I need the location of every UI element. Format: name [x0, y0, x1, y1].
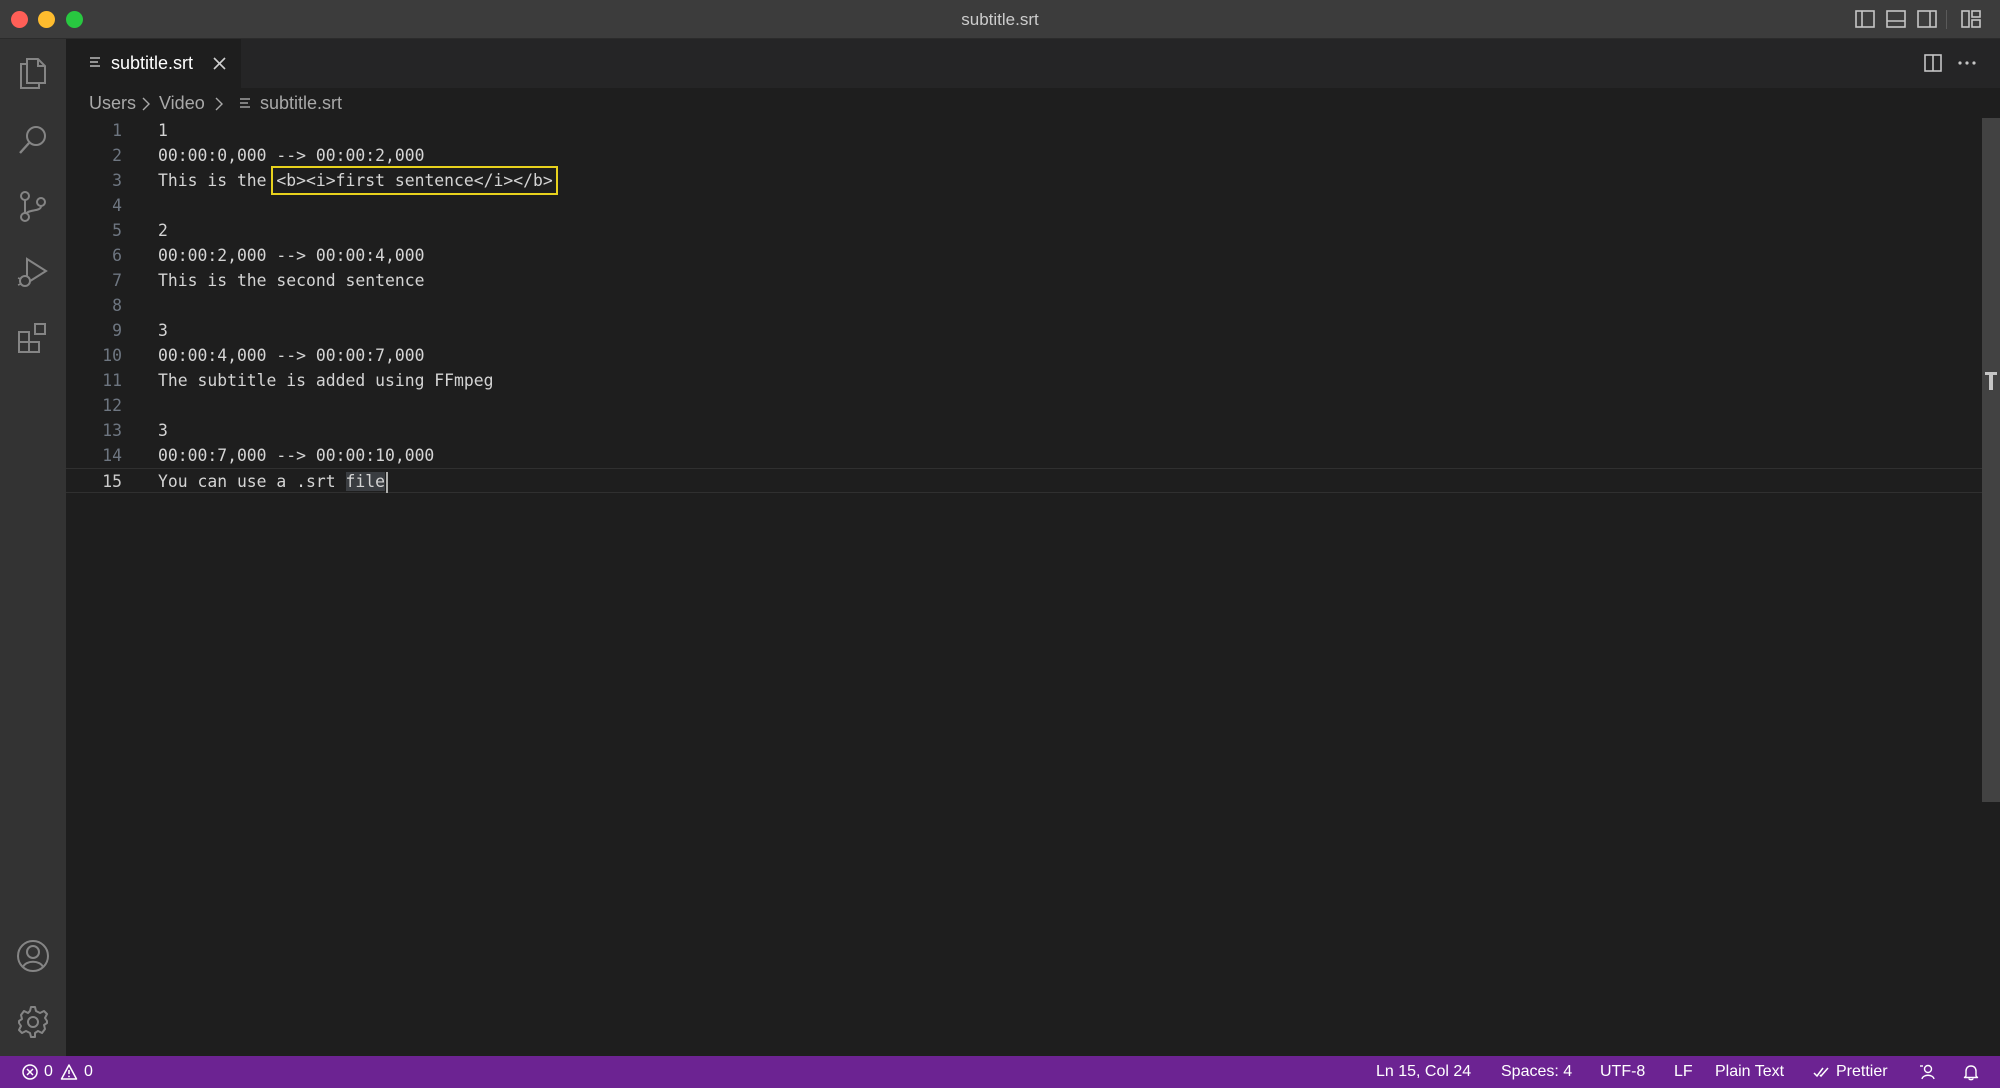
line-text-plain: You can use a .srt [158, 472, 346, 491]
double-check-icon [1813, 1067, 1829, 1078]
word-highlight: file [345, 472, 385, 491]
breadcrumb-item-video[interactable]: Video [159, 88, 205, 118]
code-line[interactable]: 5 2 [66, 218, 2000, 243]
line-text[interactable]: 1 [158, 118, 168, 143]
error-icon[interactable] [21, 1063, 39, 1081]
vertical-scrollbar[interactable] [1982, 118, 2000, 802]
cursor-position-marker [1985, 372, 1997, 390]
customize-layout-icon[interactable] [1960, 9, 1982, 29]
chevron-right-icon [215, 97, 223, 111]
search-icon[interactable] [14, 121, 52, 159]
warning-count[interactable]: 0 [84, 1056, 93, 1088]
tab-label: subtitle.srt [111, 53, 194, 73]
line-number: 3 [112, 171, 122, 190]
toggle-panel-icon[interactable] [1885, 9, 1907, 29]
tab-subtitle-srt[interactable]: subtitle.srt [66, 39, 241, 88]
window-title: subtitle.srt [961, 10, 1039, 29]
code-line[interactable]: 7 This is the second sentence [66, 268, 2000, 293]
line-text[interactable]: 3 [158, 418, 168, 443]
bell-icon[interactable] [1962, 1063, 1980, 1081]
gear-icon[interactable] [14, 1003, 52, 1041]
code-line[interactable]: 10 00:00:4,000 --> 00:00:7,000 [66, 343, 2000, 368]
chevron-right-icon [142, 97, 150, 111]
code-line[interactable]: 12 [66, 393, 2000, 418]
code-line[interactable]: 11 The subtitle is added using FFmpeg [66, 368, 2000, 393]
indentation[interactable]: Spaces: 4 [1501, 1056, 1572, 1088]
line-number: 2 [112, 146, 122, 165]
error-count[interactable]: 0 [44, 1056, 53, 1088]
tab-bar: subtitle.srt [66, 39, 2000, 88]
line-number: 14 [102, 446, 122, 465]
encoding[interactable]: UTF-8 [1600, 1056, 1645, 1088]
line-number: 1 [112, 121, 122, 140]
code-line[interactable]: 4 [66, 193, 2000, 218]
code-line[interactable]: 14 00:00:7,000 --> 00:00:10,000 [66, 443, 2000, 468]
text-cursor [385, 472, 388, 493]
toggle-secondary-sidebar-icon[interactable] [1916, 9, 1938, 29]
more-actions-icon[interactable] [1954, 51, 1980, 75]
split-editor-icon[interactable] [1922, 52, 1944, 74]
breadcrumb-item-users[interactable]: Users [89, 88, 136, 118]
source-control-icon[interactable] [14, 187, 52, 225]
line-text[interactable]: 00:00:4,000 --> 00:00:7,000 [158, 343, 424, 368]
line-text[interactable]: 00:00:0,000 --> 00:00:2,000 [158, 143, 424, 168]
code-line[interactable]: 6 00:00:2,000 --> 00:00:4,000 [66, 243, 2000, 268]
highlighted-markup: <b><i>first sentence</i></b> [271, 166, 558, 195]
line-text[interactable]: 00:00:7,000 --> 00:00:10,000 [158, 443, 434, 468]
line-text[interactable]: You can use a .srt file [158, 469, 388, 494]
plaintext-file-icon [90, 57, 100, 67]
line-text[interactable]: This is the <b><i>first sentence</i></b> [158, 166, 558, 195]
language-mode[interactable]: Plain Text [1715, 1056, 1784, 1088]
line-text[interactable]: 2 [158, 218, 168, 243]
line-text[interactable]: 00:00:2,000 --> 00:00:4,000 [158, 243, 424, 268]
code-line[interactable]: 2 00:00:0,000 --> 00:00:2,000 [66, 143, 2000, 168]
code-line[interactable]: 9 3 [66, 318, 2000, 343]
line-text[interactable]: The subtitle is added using FFmpeg [158, 368, 494, 393]
breadcrumb-item-file[interactable]: subtitle.srt [260, 88, 342, 118]
warning-icon[interactable] [60, 1063, 78, 1081]
vscode-window: subtitle.srt subtitle.srt Users Video su… [0, 0, 2000, 1088]
extensions-icon[interactable] [14, 319, 52, 357]
line-number: 11 [102, 371, 122, 390]
plaintext-file-icon [240, 98, 250, 108]
cursor-position[interactable]: Ln 15, Col 24 [1376, 1056, 1471, 1088]
line-number: 7 [112, 271, 122, 290]
line-text[interactable]: This is the second sentence [158, 268, 424, 293]
line-number: 6 [112, 246, 122, 265]
titlebar-divider [1946, 10, 1947, 29]
title-bar: subtitle.srt [0, 0, 2000, 39]
line-number: 12 [102, 396, 122, 415]
end-of-line[interactable]: LF [1674, 1056, 1693, 1088]
code-line[interactable]: 1 1 [66, 118, 2000, 143]
code-line[interactable]: 3 This is the <b><i>first sentence</i></… [66, 166, 2000, 195]
line-number: 10 [102, 346, 122, 365]
line-number: 9 [112, 321, 122, 340]
breadcrumb: Users Video subtitle.srt [66, 88, 2000, 118]
line-number: 8 [112, 296, 122, 315]
code-line[interactable]: 13 3 [66, 418, 2000, 443]
line-text-plain: This is the [158, 171, 277, 190]
feedback-icon[interactable] [1918, 1063, 1936, 1081]
line-number: 13 [102, 421, 122, 440]
line-number: 15 [102, 472, 122, 491]
code-line[interactable]: 8 [66, 293, 2000, 318]
toggle-primary-sidebar-icon[interactable] [1854, 9, 1876, 29]
close-icon[interactable] [212, 56, 227, 71]
activity-bar [0, 39, 66, 1056]
run-debug-icon[interactable] [14, 253, 52, 291]
formatter-prettier[interactable]: Prettier [1836, 1056, 1888, 1088]
line-number: 4 [112, 196, 122, 215]
line-number: 5 [112, 221, 122, 240]
line-text[interactable]: 3 [158, 318, 168, 343]
explorer-icon[interactable] [14, 53, 52, 91]
editor[interactable]: 1 1 2 00:00:0,000 --> 00:00:2,000 3 This… [66, 118, 2000, 1056]
status-bar: 0 0 Ln 15, Col 24 Spaces: 4 UTF-8 LF Pla… [0, 1056, 2000, 1088]
account-icon[interactable] [14, 937, 52, 975]
code-line-current[interactable]: 15 You can use a .srt file [66, 468, 2000, 493]
